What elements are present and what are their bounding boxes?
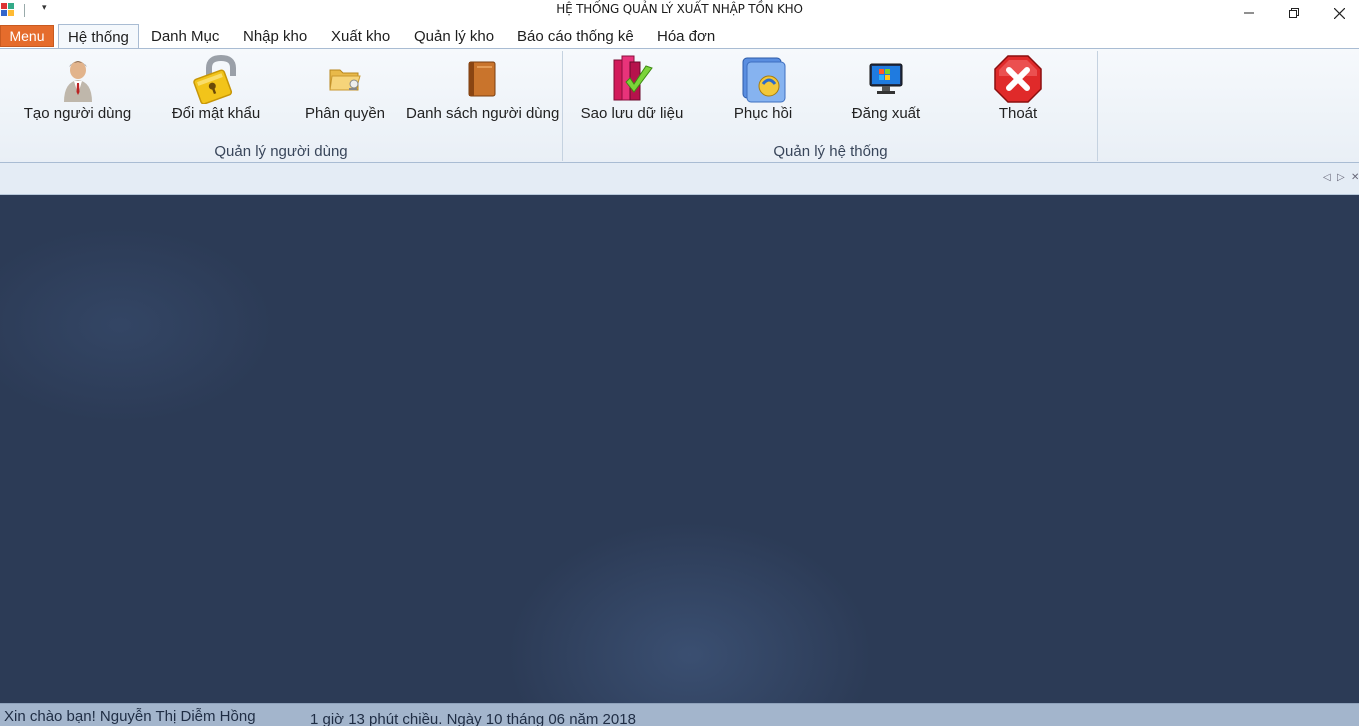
backup-books-icon	[606, 53, 658, 105]
status-bar: Xin chào bạn! Nguyễn Thị Diễm Hồng 1 giờ…	[0, 703, 1359, 726]
user-icon	[52, 53, 104, 105]
permissions-label: Phân quyền	[304, 105, 386, 122]
tab-hoa-don[interactable]: Hóa đơn	[648, 24, 724, 48]
status-datetime: 1 giờ 13 phút chiều. Ngày 10 tháng 06 nă…	[310, 711, 636, 726]
group-label-system-management: Quản lý hệ thống	[773, 143, 888, 160]
monitor-icon	[860, 53, 912, 105]
permissions-button[interactable]: Phân quyền	[296, 49, 394, 129]
minimize-icon	[1244, 12, 1254, 14]
tab-danh-muc[interactable]: Danh Mục	[142, 24, 228, 48]
tab-he-thong[interactable]: Hệ thống	[58, 24, 139, 49]
create-user-button[interactable]: Tạo người dùng	[20, 49, 135, 129]
scroll-left-icon[interactable]: ◁	[1323, 172, 1331, 183]
tab-bao-cao-thong-ke[interactable]: Báo cáo thống kê	[508, 24, 643, 48]
restore-icon	[1289, 8, 1299, 18]
folder-key-icon	[319, 53, 371, 105]
create-user-label: Tạo người dùng	[23, 105, 132, 122]
title-bar: ▾ HỆ THỐNG QUẢN LÝ XUẤT NHẬP TỒN KHO	[0, 0, 1359, 22]
book-icon	[456, 53, 508, 105]
tab-nhap-kho[interactable]: Nhập kho	[234, 24, 316, 48]
restore-folder-icon	[737, 53, 789, 105]
close-document-icon[interactable]: ✕	[1351, 172, 1359, 183]
exit-button[interactable]: Thoát	[972, 49, 1064, 129]
user-list-button[interactable]: Danh sách người dùng	[406, 49, 560, 129]
mdi-workspace	[0, 195, 1359, 703]
tab-quan-ly-kho[interactable]: Quản lý kho	[405, 24, 503, 48]
padlock-icon	[190, 53, 242, 105]
ribbon-panel: Tạo người dùng Đổi mật khẩu Phân quyền D…	[0, 48, 1359, 163]
group-separator	[1097, 51, 1098, 161]
restore-label: Phục hồi	[733, 105, 793, 122]
tab-xuat-kho[interactable]: Xuất kho	[322, 24, 399, 48]
group-label-user-management: Quản lý người dùng	[214, 143, 348, 160]
scroll-right-icon[interactable]: ▷	[1337, 172, 1345, 183]
exit-label: Thoát	[998, 105, 1038, 122]
exit-x-icon	[992, 53, 1044, 105]
restore-button-ribbon[interactable]: Phục hồi	[712, 49, 814, 129]
user-list-label: Danh sách người dùng	[406, 105, 560, 122]
backup-data-button[interactable]: Sao lưu dữ liệu	[578, 49, 686, 129]
logout-label: Đăng xuất	[851, 105, 921, 122]
change-password-button[interactable]: Đổi mật khẩu	[160, 49, 272, 129]
status-greeting: Xin chào bạn! Nguyễn Thị Diễm Hồng	[4, 708, 256, 725]
menu-button[interactable]: Menu	[0, 25, 54, 47]
change-password-label: Đổi mật khẩu	[171, 105, 261, 122]
window-title: HỆ THỐNG QUẢN LÝ XUẤT NHẬP TỒN KHO	[556, 2, 803, 16]
close-icon	[1333, 7, 1345, 19]
backup-data-label: Sao lưu dữ liệu	[580, 105, 684, 122]
ribbon-tab-row: Menu Hệ thống Danh Mục Nhập kho Xuất kho…	[0, 22, 1359, 49]
document-tab-strip: ◁ ▷ ✕	[0, 163, 1359, 195]
logout-button[interactable]: Đăng xuất	[840, 49, 932, 129]
